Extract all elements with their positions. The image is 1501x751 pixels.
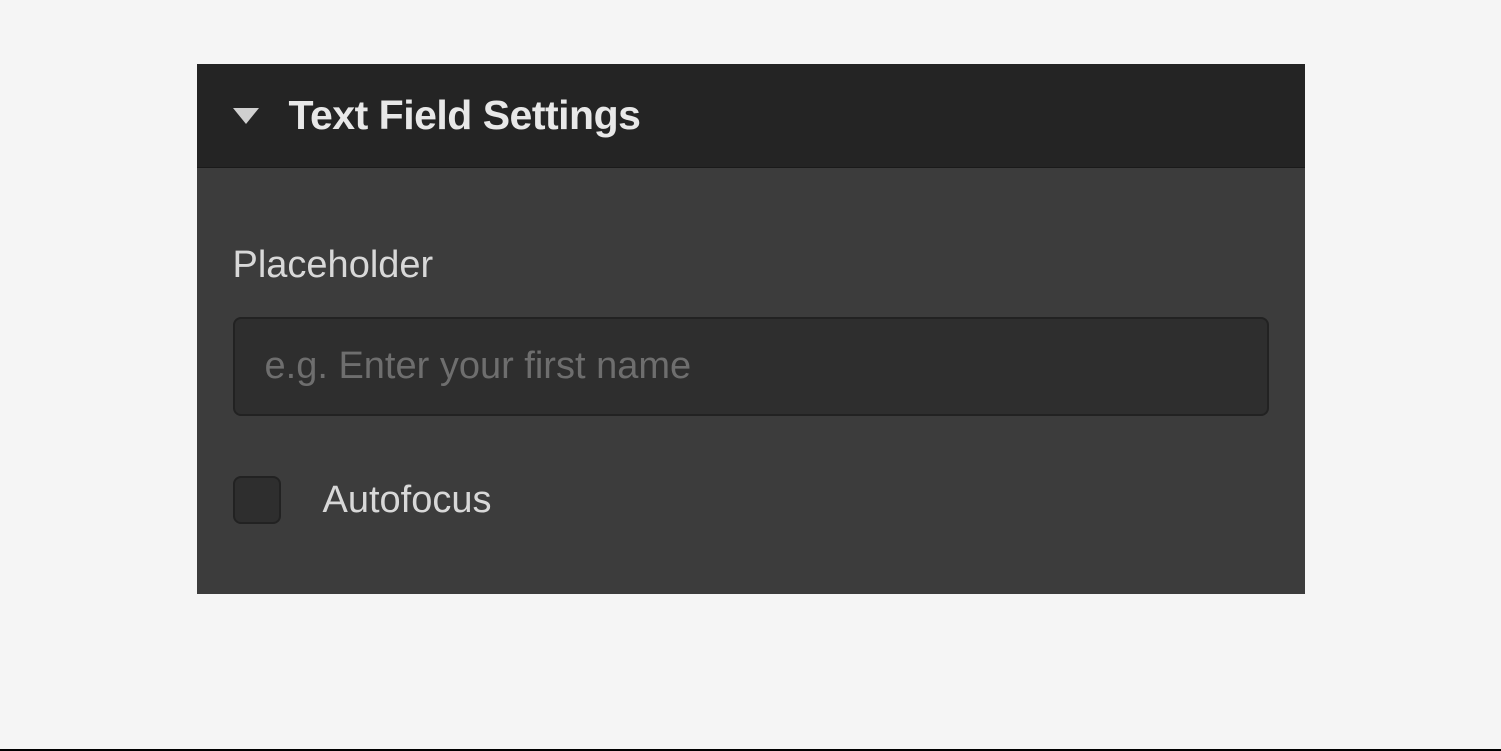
panel-header[interactable]: Text Field Settings bbox=[197, 64, 1305, 168]
panel-title: Text Field Settings bbox=[289, 92, 641, 139]
panel-body: Placeholder Autofocus bbox=[197, 168, 1305, 594]
autofocus-checkbox[interactable] bbox=[233, 476, 281, 524]
settings-panel: Text Field Settings Placeholder Autofocu… bbox=[197, 64, 1305, 594]
chevron-down-icon bbox=[233, 108, 259, 124]
placeholder-input[interactable] bbox=[233, 317, 1269, 416]
autofocus-label[interactable]: Autofocus bbox=[323, 479, 492, 522]
autofocus-row: Autofocus bbox=[233, 476, 1269, 524]
placeholder-label: Placeholder bbox=[233, 244, 1269, 287]
